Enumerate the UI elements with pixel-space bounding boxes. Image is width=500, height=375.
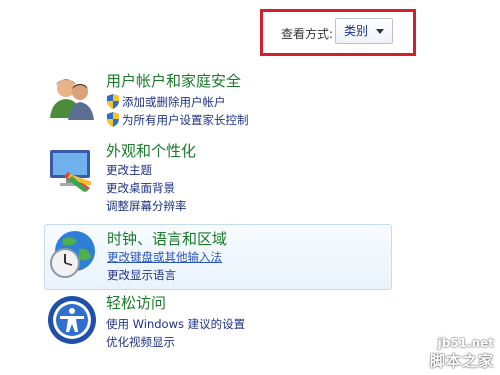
view-by-dropdown[interactable]: 类别 xyxy=(335,18,393,44)
link-change-input-method[interactable]: 更改键盘或其他输入法 xyxy=(107,249,222,265)
link-adjust-resolution[interactable]: 调整屏幕分辨率 xyxy=(106,198,187,214)
category-ease-of-access: 轻松访问 使用 Windows 建议的设置 优化视频显示 xyxy=(44,292,392,352)
chevron-down-icon xyxy=(376,29,384,34)
ease-of-access-icon xyxy=(48,296,96,344)
shield-icon xyxy=(107,94,119,109)
link-change-theme[interactable]: 更改主题 xyxy=(106,162,152,178)
watermark: jb51.net 脚本之家 xyxy=(430,336,494,371)
category-clock-language-region: 时钟、语言和区域 更改键盘或其他输入法 更改显示语言 xyxy=(44,224,392,290)
category-title[interactable]: 外观和个性化 xyxy=(106,140,196,161)
category-appearance: 外观和个性化 更改主题 更改桌面背景 调整屏幕分辨率 xyxy=(44,140,392,215)
view-by-selected: 类别 xyxy=(344,24,369,38)
globe-clock-icon xyxy=(50,231,95,278)
users-icon xyxy=(50,79,94,120)
link-recommended-settings[interactable]: 使用 Windows 建议的设置 xyxy=(106,316,245,332)
watermark-site: jb51.net xyxy=(437,336,494,350)
link-change-display-language[interactable]: 更改显示语言 xyxy=(107,267,176,283)
link-change-desktop-background[interactable]: 更改桌面背景 xyxy=(106,180,175,196)
watermark-name: 脚本之家 xyxy=(429,352,494,370)
link-parental-controls[interactable]: 为所有用户设置家长控制 xyxy=(122,112,249,128)
view-by-highlight: 查看方式: 类别 xyxy=(260,9,416,56)
link-add-remove-accounts[interactable]: 添加或删除用户帐户 xyxy=(122,94,226,110)
category-title[interactable]: 轻松访问 xyxy=(106,292,166,313)
appearance-icon xyxy=(50,150,92,192)
link-optimize-visual-display[interactable]: 优化视频显示 xyxy=(106,334,175,350)
category-title[interactable]: 时钟、语言和区域 xyxy=(107,228,227,249)
view-by-label: 查看方式: xyxy=(281,27,334,41)
shield-icon xyxy=(107,112,119,127)
category-title[interactable]: 用户帐户和家庭安全 xyxy=(106,70,241,91)
category-user-accounts: 用户帐户和家庭安全 添加或删除用户帐户 为所有用户设置家长控制 xyxy=(44,70,392,132)
